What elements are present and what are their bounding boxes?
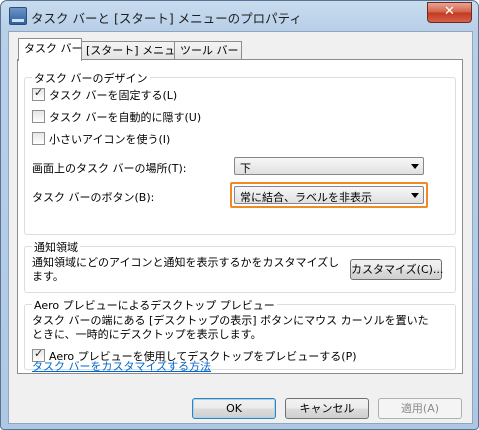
group-title-aero-peek: Aero プレビューによるデスクトップ プレビュー: [32, 297, 277, 313]
taskbar-buttons-dropdown[interactable]: 常に結合、ラベルを非表示: [234, 186, 424, 204]
customize-notifications-button[interactable]: カスタマイズ(C)...: [350, 259, 443, 280]
tab-start-menu[interactable]: [スタート] メニュー: [80, 41, 186, 60]
lock-taskbar-label: タスク バーを固定する(L): [49, 89, 178, 102]
apply-button[interactable]: 適用(A): [378, 398, 462, 419]
chevron-down-icon: [411, 164, 419, 169]
window-title: タスク バーと [スタート] メニューのプロパティ: [31, 11, 302, 26]
lock-taskbar-checkbox[interactable]: タスク バーを固定する(L): [32, 86, 178, 103]
autohide-taskbar-checkbox[interactable]: タスク バーを自動的に隠す(U): [32, 109, 201, 125]
small-icons-label: 小さいアイコンを使う(I): [49, 133, 171, 146]
checkbox-box: [32, 110, 45, 123]
aero-peek-description: タスク バーの端にある [デスクトップの表示] ボタンにマウス カーソルを置いた…: [32, 314, 429, 341]
checkbox-box: [32, 132, 45, 145]
checkbox-box: [32, 86, 45, 101]
taskbar-app-icon: [9, 7, 27, 25]
taskbar-location-dropdown[interactable]: 下: [234, 157, 424, 175]
autohide-taskbar-label: タスク バーを自動的に隠す(U): [49, 111, 202, 124]
dialog-client-area: タスク バー [スタート] メニュー ツール バー タスク バーのデザイン タス…: [8, 31, 473, 424]
group-title-appearance: タスク バーのデザイン: [32, 70, 150, 86]
notification-area-group: 通知領域 通知領域にどのアイコンと通知を表示するかをカスタマイズします。 カスタ…: [24, 239, 456, 293]
close-button[interactable]: ✕: [427, 2, 472, 23]
small-icons-checkbox[interactable]: 小さいアイコンを使う(I): [32, 131, 170, 147]
customize-taskbar-help-link[interactable]: タスク バーをカスタマイズする方法: [32, 358, 211, 374]
notification-description: 通知領域にどのアイコンと通知を表示するかをカスタマイズします。: [32, 256, 340, 283]
taskbar-location-label: 画面上のタスク バーの場所(T):: [32, 162, 187, 175]
taskbar-tab-panel: タスク バーのデザイン タスク バーを固定する(L) タスク バーを自動的に隠す…: [17, 59, 463, 374]
chevron-down-icon: [411, 193, 419, 198]
properties-window: タスク バーと [スタート] メニューのプロパティ ✕ タスク バー [スタート…: [0, 0, 479, 430]
tab-toolbars[interactable]: ツール バー: [174, 41, 242, 60]
taskbar-appearance-group: タスク バーのデザイン タスク バーを固定する(L) タスク バーを自動的に隠す…: [24, 70, 456, 235]
ok-button[interactable]: OK: [192, 398, 276, 419]
tab-taskbar[interactable]: タスク バー: [18, 38, 83, 61]
taskbar-buttons-value: 常に結合、ラベルを非表示: [240, 191, 372, 204]
group-title-notification: 通知領域: [32, 239, 80, 255]
cancel-button[interactable]: キャンセル: [285, 398, 369, 419]
taskbar-location-value: 下: [240, 162, 251, 175]
taskbar-buttons-label: タスク バーのボタン(B):: [32, 191, 155, 204]
title-bar[interactable]: タスク バーと [スタート] メニューのプロパティ ✕: [1, 1, 478, 31]
